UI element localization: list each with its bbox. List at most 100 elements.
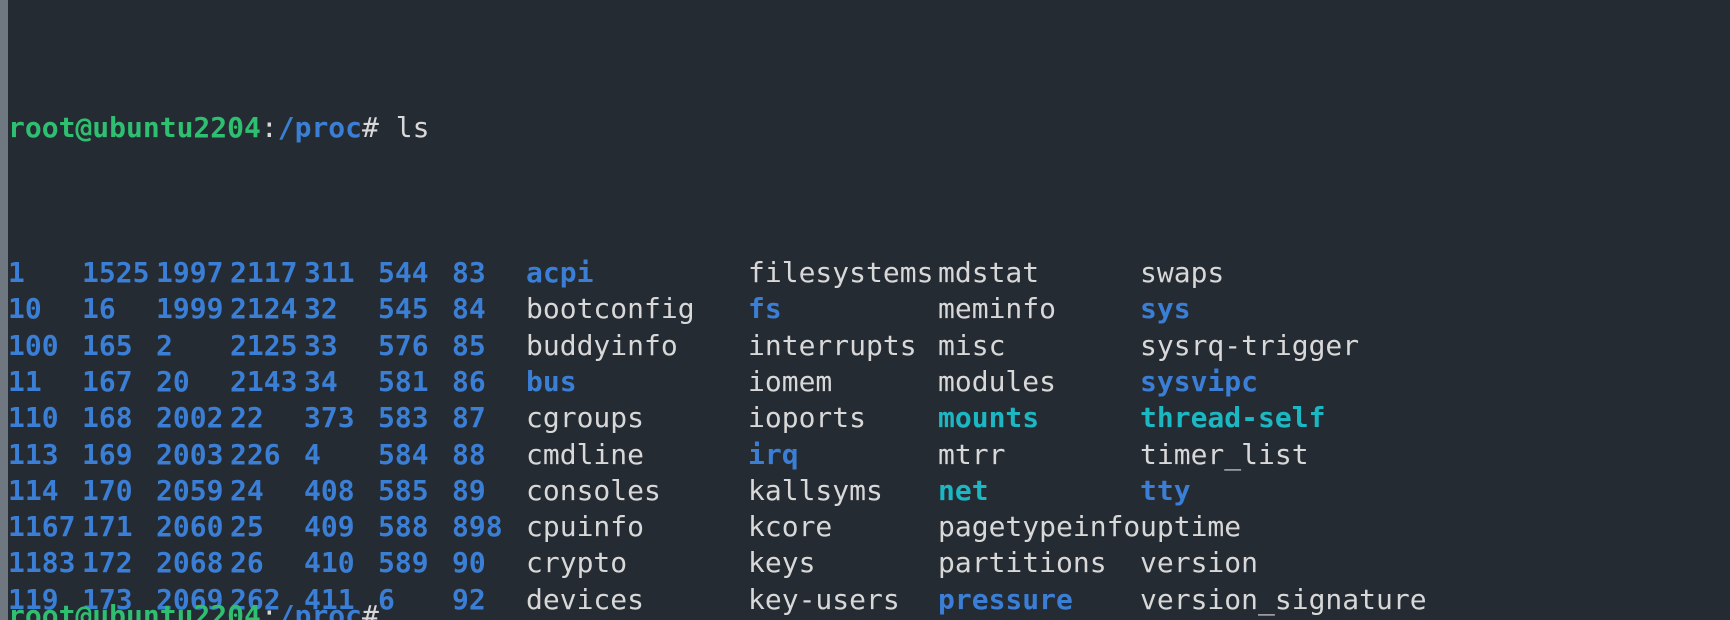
ls-entry-directory: 87: [452, 401, 486, 435]
ls-entry-file: partitions: [938, 546, 1107, 580]
prompt-command: ls: [395, 110, 430, 144]
ls-entry-directory: 2068: [156, 546, 224, 580]
ls-entry-file: ioports: [748, 401, 867, 435]
ls-entry-directory: 898: [452, 510, 503, 544]
ls-entry-file: meminfo: [938, 292, 1057, 326]
ls-entry-directory: 2059: [156, 473, 224, 507]
ls-entry-file: uptime: [1140, 510, 1242, 544]
terminal-screen: root@ubuntu2204:/proc# ls 1 1525 1997 2117 3…: [8, 0, 1730, 620]
ls-entry-directory: 168: [82, 401, 133, 435]
prompt-sigil: #: [362, 110, 396, 144]
ls-entry-directory: 113: [8, 437, 59, 471]
ls-entry-directory: 1525: [82, 256, 150, 290]
ls-entry-directory: 544: [378, 256, 429, 290]
prompt-line-next: root@ubuntu2204:/proc#: [8, 598, 396, 620]
ls-entry-directory: 90: [452, 546, 486, 580]
ls-entry-directory: bus: [526, 364, 577, 398]
ls-entry-directory: 1997: [156, 256, 224, 290]
ls-entry-directory: 170: [82, 473, 133, 507]
terminal-scrollbar[interactable]: [0, 0, 8, 620]
ls-entry-directory: 583: [378, 401, 429, 435]
ls-entry-file: mtrr: [938, 437, 1006, 471]
ls-entry-directory: 226: [230, 437, 281, 471]
ls-entry-directory: 2002: [156, 401, 224, 435]
ls-entry-file: consoles: [526, 473, 661, 507]
ls-entry-file: cmdline: [526, 437, 645, 471]
ls-entry-directory: irq: [748, 437, 799, 471]
bottom-prompt-user-host: root@ubuntu2204: [8, 598, 261, 620]
ls-entry-file: modules: [938, 364, 1057, 398]
ls-entry-directory: 545: [378, 292, 429, 326]
ls-entry-file: version_signature: [1140, 582, 1427, 616]
prompt-line-command: root@ubuntu2204:/proc# ls: [8, 110, 1730, 146]
ls-entry-symlink: thread-self: [1140, 401, 1326, 435]
ls-entry-directory: 24: [230, 473, 264, 507]
ls-entry-file: iomem: [748, 364, 833, 398]
ls-output-row: 10 16 1999 2124 32 545 84 bootconfig fs meminfo sy…: [8, 291, 1730, 327]
ls-entry-directory: 410: [304, 546, 355, 580]
ls-entry-directory: 165: [82, 328, 133, 362]
ls-entry-directory: 1167: [8, 510, 76, 544]
ls-entry-directory: 581: [378, 364, 429, 398]
ls-entry-file: key-users: [748, 582, 900, 616]
ls-entry-directory: 2003: [156, 437, 224, 471]
ls-entry-directory: 100: [8, 328, 59, 362]
prompt-user-host: root@ubuntu2204: [8, 110, 261, 144]
ls-entry-directory: 2060: [156, 510, 224, 544]
ls-entry-directory: 576: [378, 328, 429, 362]
ls-entry-directory: 1999: [156, 292, 224, 326]
ls-entry-directory: 83: [452, 256, 486, 290]
ls-entry-directory: 4: [304, 437, 321, 471]
ls-entry-directory: 10: [8, 292, 42, 326]
ls-output-row: 1183 172 2068 26 410 589 90 crypto keys partition…: [8, 545, 1730, 581]
ls-entry-directory: 85: [452, 328, 486, 362]
ls-entry-file: devices: [526, 582, 645, 616]
ls-output-row: 1167 171 2060 25 409 588 898 cpuinfo kcore pagety…: [8, 509, 1730, 545]
ls-entry-file: cpuinfo: [526, 510, 645, 544]
ls-entry-directory: 1183: [8, 546, 76, 580]
ls-entry-directory: 408: [304, 473, 355, 507]
ls-entry-directory: 114: [8, 473, 59, 507]
ls-entry-directory: 22: [230, 401, 264, 435]
ls-output-row: 11 167 20 2143 34 581 86 bus iomem modules sysvipc: [8, 364, 1730, 400]
ls-entry-directory: 86: [452, 364, 486, 398]
ls-entry-file: mdstat: [938, 256, 1040, 290]
ls-output-row: 1 1525 1997 2117 311 544 83 acpi filesystems mdst…: [8, 255, 1730, 291]
ls-entry-directory: 584: [378, 437, 429, 471]
ls-entry-directory: 16: [82, 292, 116, 326]
ls-entry-file: sysrq-trigger: [1140, 328, 1360, 362]
ls-entry-directory: sys: [1140, 292, 1191, 326]
ls-entry-file: crypto: [526, 546, 628, 580]
ls-entry-directory: 11: [8, 364, 42, 398]
ls-entry-file: timer_list: [1140, 437, 1309, 471]
ls-entry-directory: 373: [304, 401, 355, 435]
ls-entry-directory: 589: [378, 546, 429, 580]
ls-entry-directory: 585: [378, 473, 429, 507]
ls-output-row: 100 165 2 2125 33 576 85 buddyinfo interrupts mis…: [8, 328, 1730, 364]
ls-entry-file: keys: [748, 546, 816, 580]
bottom-prompt-sigil: #: [362, 598, 396, 620]
ls-entry-directory: pressure: [938, 582, 1073, 616]
ls-entry-directory: 1: [8, 256, 25, 290]
ls-entry-directory: sysvipc: [1140, 364, 1259, 398]
ls-entry-directory: 2124: [230, 292, 298, 326]
ls-entry-directory: 2117: [230, 256, 298, 290]
ls-entry-directory: 20: [156, 364, 190, 398]
bottom-prompt-path: /proc: [277, 598, 363, 620]
ls-entry-file: pagetypeinfo: [938, 510, 1141, 544]
ls-entry-directory: 409: [304, 510, 355, 544]
ls-entry-file: filesystems: [748, 256, 934, 290]
ls-entry-directory: acpi: [526, 256, 594, 290]
ls-entry-directory: 34: [304, 364, 338, 398]
ls-entry-directory: 171: [82, 510, 133, 544]
ls-entry-file: cgroups: [526, 401, 645, 435]
ls-entry-directory: 33: [304, 328, 338, 362]
ls-entry-directory: 25: [230, 510, 264, 544]
ls-entry-file: buddyinfo: [526, 328, 678, 362]
ls-output-row: 114 170 2059 24 408 585 89 consoles kallsyms net t…: [8, 473, 1730, 509]
ls-entry-directory: 2125: [230, 328, 298, 362]
ls-entry-directory: tty: [1140, 473, 1191, 507]
ls-entry-directory: 172: [82, 546, 133, 580]
ls-output-row: 110 168 2002 22 373 583 87 cgroups ioports mounts…: [8, 400, 1730, 436]
ls-entry-directory: 92: [452, 582, 486, 616]
